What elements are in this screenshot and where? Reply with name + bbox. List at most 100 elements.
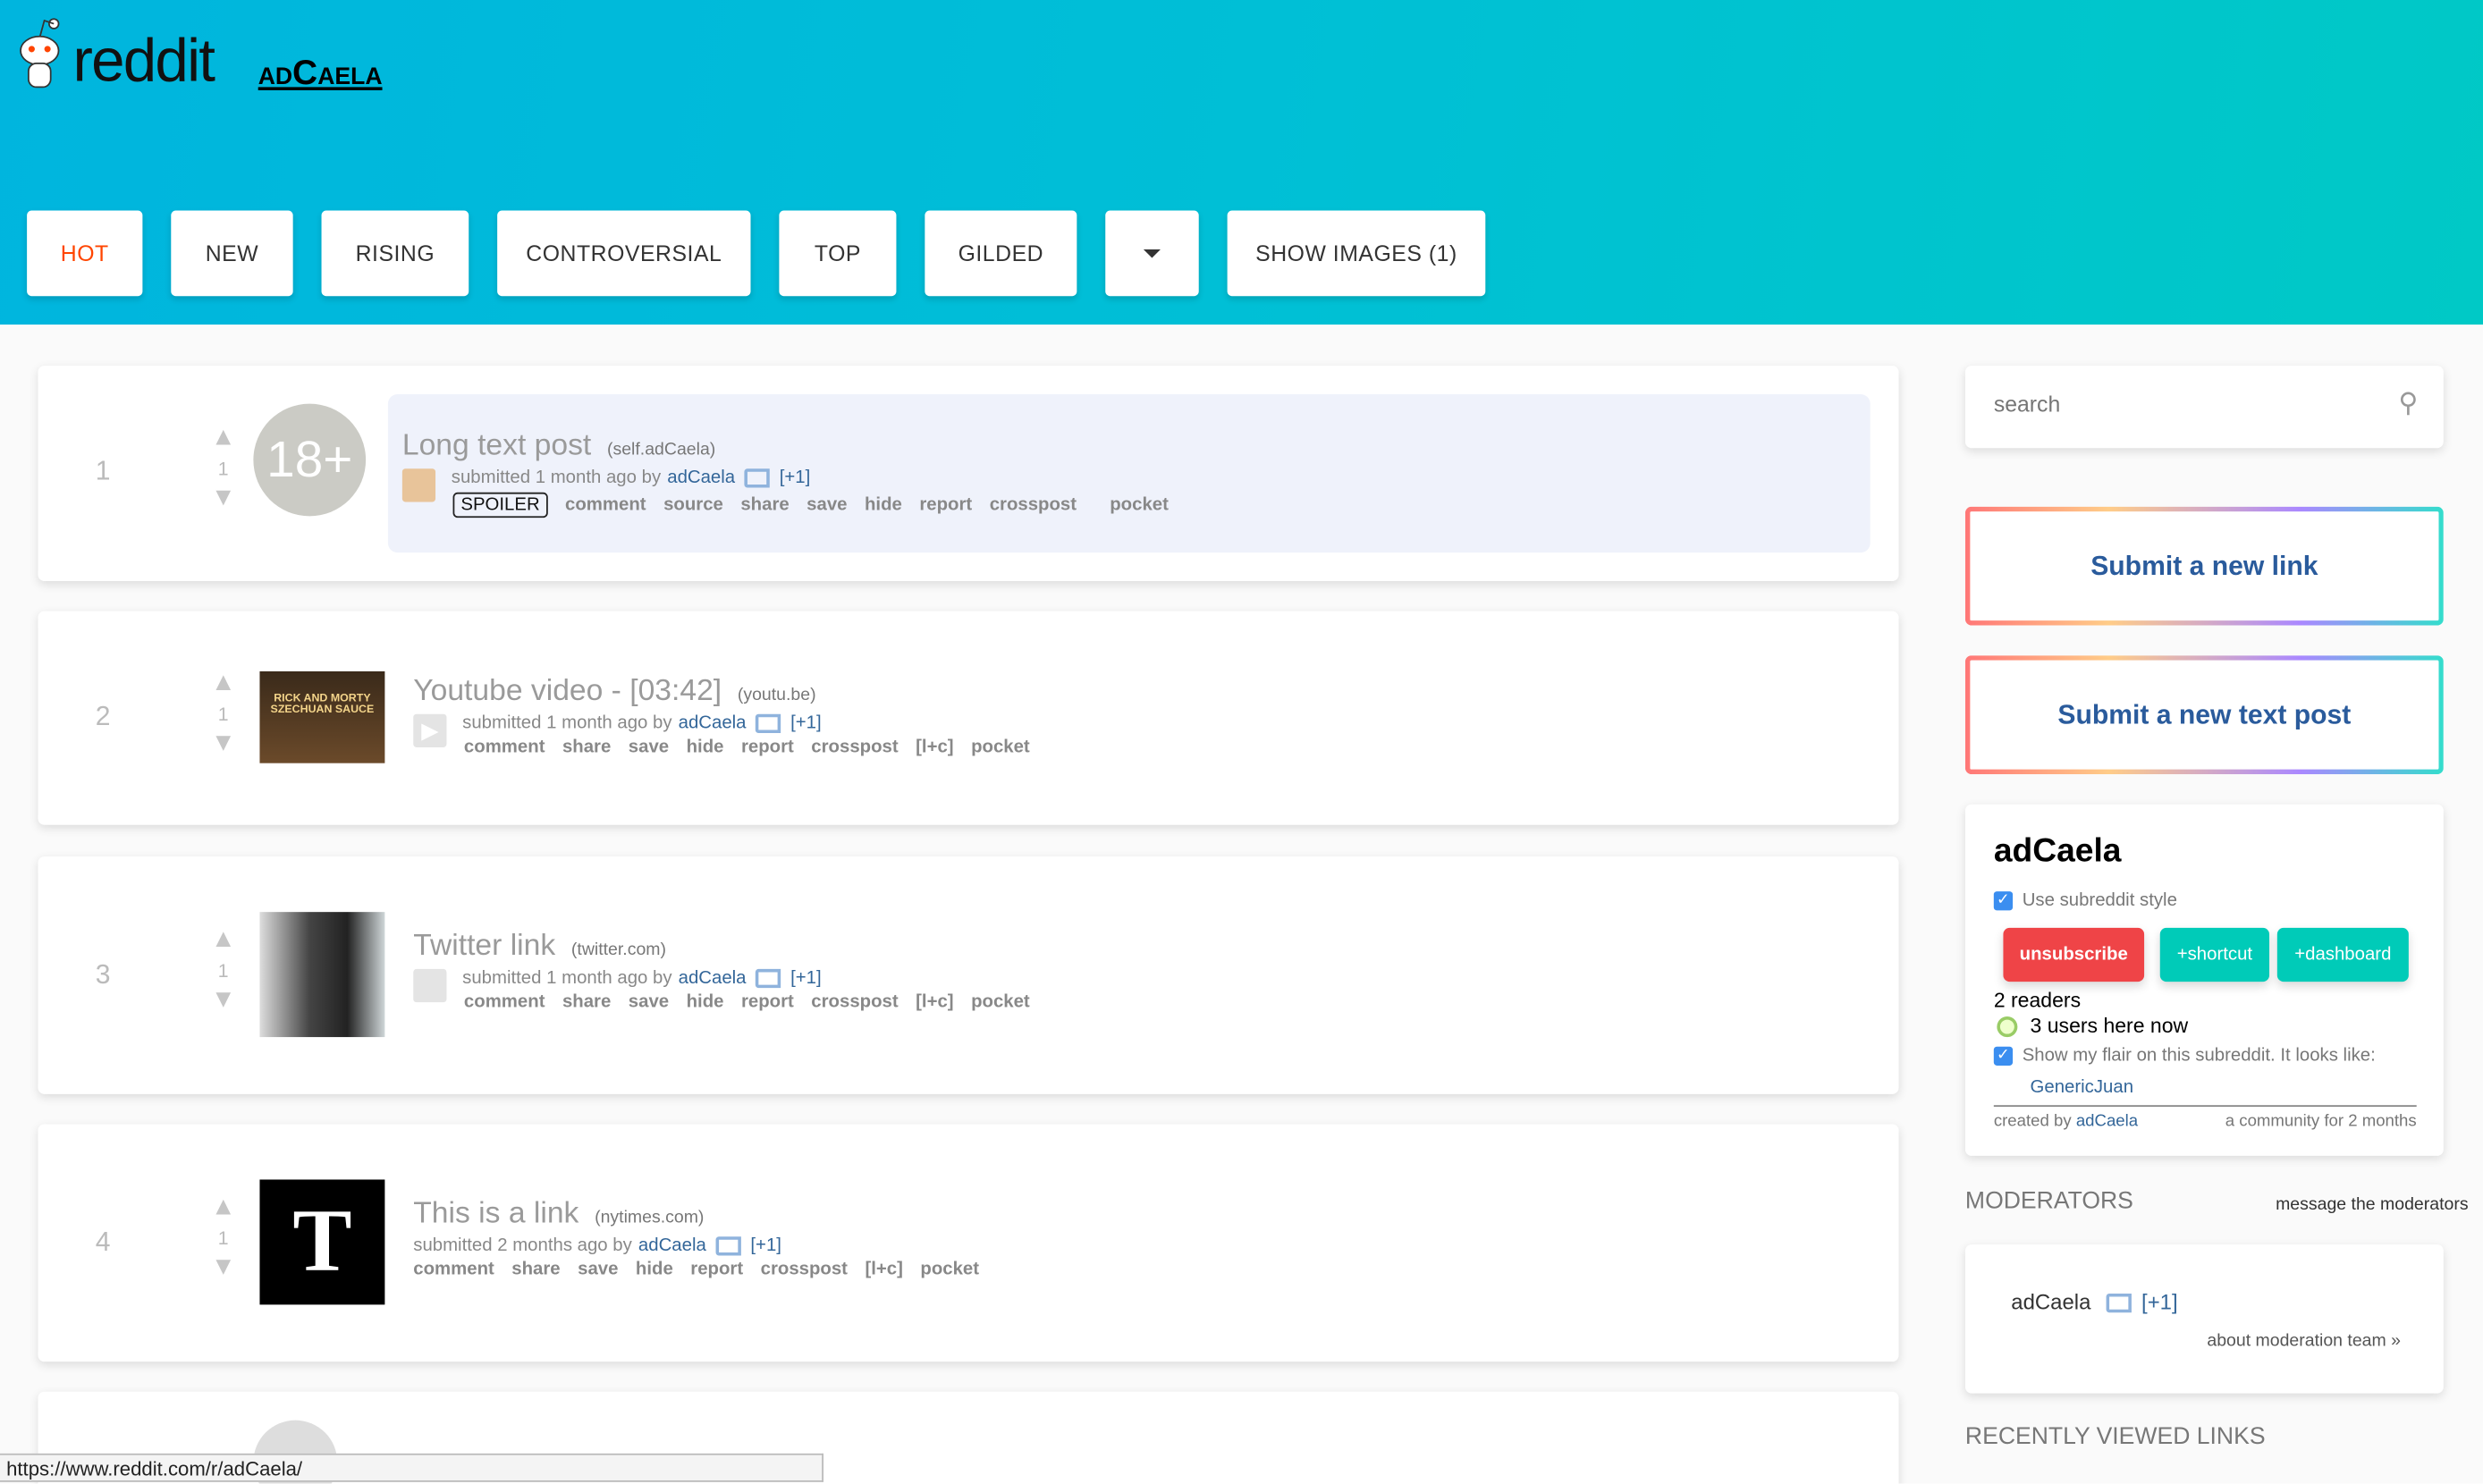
- post-title[interactable]: This is a link: [413, 1197, 579, 1230]
- tab-controversial[interactable]: CONTROVERSIAL: [497, 210, 751, 297]
- downvote-icon[interactable]: ▼: [207, 987, 239, 1013]
- use-style-checkbox[interactable]: ✓: [1993, 891, 2014, 911]
- post-title[interactable]: Twitter link: [413, 930, 555, 963]
- action-comment[interactable]: comment: [413, 1261, 494, 1279]
- search-input[interactable]: [1990, 389, 2377, 418]
- about-moderation-link[interactable]: about moderation team »: [2207, 1331, 2401, 1350]
- flair-checkbox[interactable]: ✓: [1993, 1046, 2014, 1066]
- search-box[interactable]: ⚲: [1964, 366, 2444, 449]
- show-images-button[interactable]: SHOW IMAGES (1): [1227, 210, 1486, 297]
- action-lc[interactable]: [l+c]: [916, 992, 953, 1011]
- action-comment[interactable]: comment: [464, 992, 545, 1011]
- post-domain[interactable]: (self.adCaela): [607, 440, 715, 459]
- post-thumbnail[interactable]: [259, 912, 385, 1038]
- filter-button[interactable]: ⏷: [1105, 210, 1199, 297]
- tab-new[interactable]: NEW: [171, 210, 293, 297]
- tab-top[interactable]: TOP: [779, 210, 897, 297]
- tag-icon[interactable]: [756, 968, 781, 989]
- plus-link[interactable]: [+1]: [750, 1236, 781, 1255]
- flair-value[interactable]: GenericJuan: [2031, 1078, 2134, 1097]
- plus-link[interactable]: [+1]: [780, 468, 811, 487]
- action-crosspost[interactable]: crosspost: [811, 992, 898, 1011]
- post-domain[interactable]: (nytimes.com): [595, 1208, 704, 1227]
- post-title[interactable]: Long text post: [402, 429, 591, 462]
- action-pocket[interactable]: pocket: [971, 992, 1030, 1011]
- upvote-icon[interactable]: ▲: [207, 670, 239, 696]
- post-thumbnail[interactable]: RICK AND MORTY SZECHUAN SAUCE: [259, 670, 385, 763]
- upvote-icon[interactable]: ▲: [207, 426, 239, 451]
- subreddit-title[interactable]: adCaela: [258, 52, 383, 93]
- flair-label: Show my flair on this subreddit. It look…: [2022, 1046, 2376, 1067]
- action-hide[interactable]: hide: [865, 495, 902, 514]
- author-link[interactable]: adCaela: [679, 969, 747, 988]
- downvote-icon[interactable]: ▼: [207, 1255, 239, 1280]
- moderator-link[interactable]: adCaela: [2011, 1290, 2090, 1314]
- reddit-logo[interactable]: reddit: [72, 29, 215, 97]
- search-icon[interactable]: ⚲: [2398, 388, 2418, 419]
- post-title[interactable]: Youtube video - [03:42]: [413, 674, 722, 707]
- action-report[interactable]: report: [690, 1261, 743, 1279]
- author-link[interactable]: adCaela: [667, 468, 735, 487]
- moderator-plus[interactable]: [+1]: [2141, 1290, 2178, 1314]
- post-domain[interactable]: (youtu.be): [738, 686, 816, 704]
- action-save[interactable]: save: [629, 738, 669, 756]
- submit-text-button[interactable]: Submit a new text post: [1965, 655, 2444, 774]
- action-crosspost[interactable]: crosspost: [990, 495, 1077, 514]
- text-expand-icon[interactable]: [413, 968, 447, 1003]
- action-comment[interactable]: comment: [464, 738, 545, 756]
- plus-link[interactable]: [+1]: [790, 714, 822, 733]
- action-report[interactable]: report: [741, 992, 794, 1011]
- message-moderators-link[interactable]: message the moderators: [2276, 1195, 2468, 1214]
- dashboard-button[interactable]: +dashboard: [2276, 927, 2409, 982]
- action-comment[interactable]: comment: [565, 495, 646, 514]
- creator-link[interactable]: adCaela: [2076, 1111, 2138, 1130]
- text-expand-icon[interactable]: [401, 468, 436, 502]
- post-rank: 4: [95, 1227, 111, 1258]
- action-pocket[interactable]: pocket: [1110, 495, 1169, 514]
- post-domain[interactable]: (twitter.com): [571, 940, 666, 959]
- action-pocket[interactable]: pocket: [920, 1261, 979, 1279]
- action-hide[interactable]: hide: [687, 738, 724, 756]
- action-hide[interactable]: hide: [636, 1261, 673, 1279]
- post-thumbnail[interactable]: T: [259, 1179, 385, 1305]
- online-icon: [1997, 1016, 2018, 1038]
- downvote-icon[interactable]: ▼: [207, 730, 239, 756]
- action-report[interactable]: report: [919, 495, 972, 514]
- reddit-alien-icon: [20, 18, 60, 89]
- action-share[interactable]: share: [562, 992, 611, 1011]
- action-save[interactable]: save: [807, 495, 847, 514]
- action-share[interactable]: share: [740, 495, 789, 514]
- tab-hot[interactable]: HOT: [27, 210, 143, 297]
- video-expand-icon[interactable]: ▶: [413, 713, 447, 747]
- plus-link[interactable]: [+1]: [790, 969, 822, 988]
- author-link[interactable]: adCaela: [679, 714, 747, 733]
- action-save[interactable]: save: [629, 992, 669, 1011]
- status-bar-url: https://www.reddit.com/r/adCaela/: [0, 1453, 823, 1482]
- submit-link-button[interactable]: Submit a new link: [1965, 507, 2444, 626]
- nsfw-thumbnail[interactable]: 18+: [253, 403, 367, 517]
- shortcut-button[interactable]: +shortcut: [2159, 927, 2269, 982]
- action-lc[interactable]: [l+c]: [865, 1261, 902, 1279]
- action-report[interactable]: report: [741, 738, 794, 756]
- header: reddit adCaela HOT NEW RISING CONTROVERS…: [0, 0, 2483, 325]
- downvote-icon[interactable]: ▼: [207, 485, 239, 511]
- action-hide[interactable]: hide: [687, 992, 724, 1011]
- tag-icon[interactable]: [715, 1236, 741, 1256]
- unsubscribe-button[interactable]: unsubscribe: [2003, 927, 2145, 982]
- action-share[interactable]: share: [511, 1261, 560, 1279]
- action-share[interactable]: share: [562, 738, 611, 756]
- upvote-icon[interactable]: ▲: [207, 927, 239, 953]
- tag-icon[interactable]: [756, 713, 781, 734]
- author-link[interactable]: adCaela: [638, 1236, 706, 1255]
- post-score: 1: [217, 959, 229, 982]
- tab-gilded[interactable]: GILDED: [925, 210, 1077, 297]
- action-save[interactable]: save: [578, 1261, 618, 1279]
- action-source[interactable]: source: [663, 495, 723, 514]
- upvote-icon[interactable]: ▲: [207, 1194, 239, 1220]
- action-crosspost[interactable]: crosspost: [761, 1261, 848, 1279]
- action-crosspost[interactable]: crosspost: [811, 738, 898, 756]
- tag-icon[interactable]: [744, 468, 771, 488]
- action-lc[interactable]: [l+c]: [916, 738, 953, 756]
- action-pocket[interactable]: pocket: [971, 738, 1030, 756]
- tab-rising[interactable]: RISING: [321, 210, 469, 297]
